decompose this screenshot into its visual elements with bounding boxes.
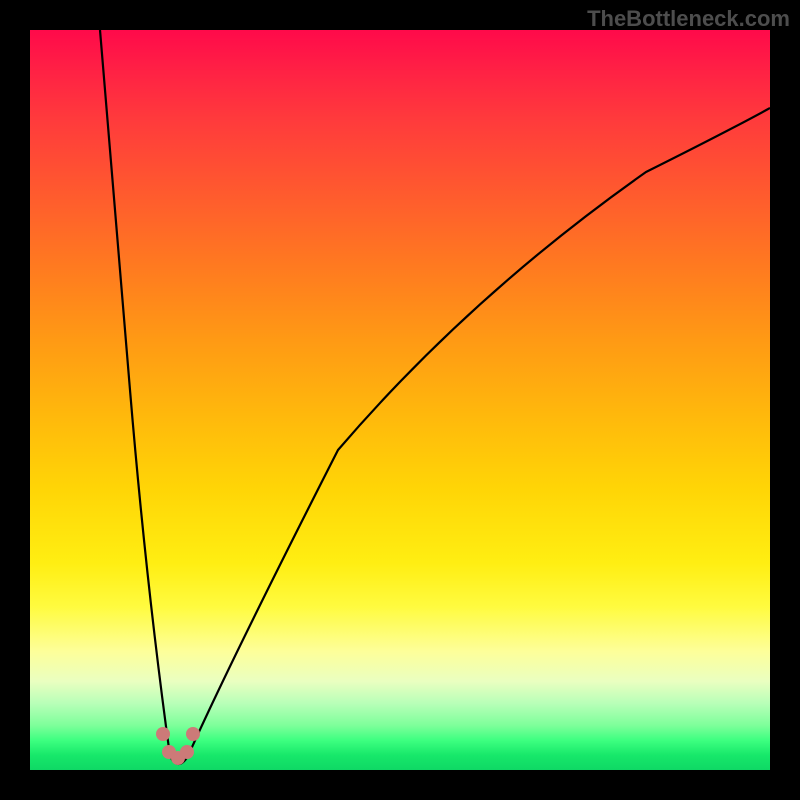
plot-background-gradient bbox=[30, 30, 770, 770]
watermark-text: TheBottleneck.com bbox=[587, 6, 790, 32]
chart-frame: TheBottleneck.com bbox=[0, 0, 800, 800]
